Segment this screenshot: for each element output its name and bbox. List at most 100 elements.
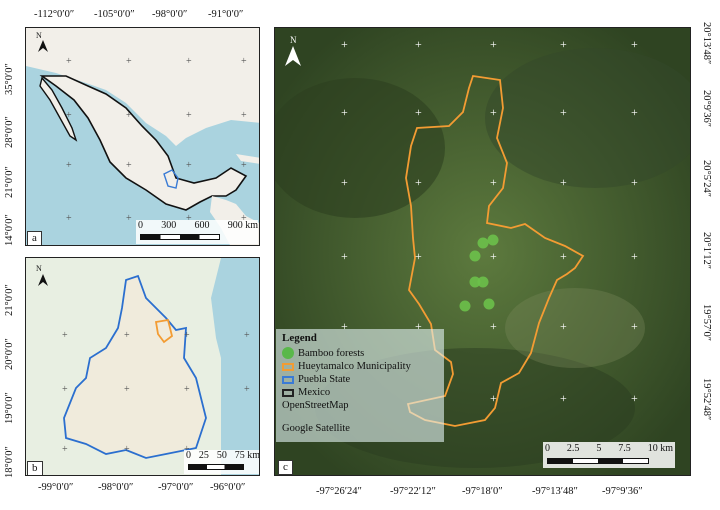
legend-title: Legend [282,332,317,344]
svg-text:+: + [341,105,348,119]
b-xtick-1: -98°0′0″ [98,482,134,493]
panel-b-puebla-map[interactable]: ++++ ++++ +++ N b 0 25 50 75 km [25,257,260,476]
svg-text:+: + [341,37,348,51]
scale-c-2: 5 [596,443,602,454]
legend-item-bamboo: Bamboo forests [282,347,364,359]
svg-text:+: + [560,319,567,333]
c-xtick-3: -97°13′48″ [532,486,578,497]
legend-label-mexico: Mexico [298,387,331,398]
b-xtick-3: -96°0′0″ [210,482,246,493]
svg-text:+: + [415,175,422,189]
svg-text:+: + [124,444,130,455]
mexico-map-svg: + + + + + + + + + + + + + + + + [26,28,259,245]
a-ytick-2: 21°0′0″ [4,166,15,198]
svg-text:+: + [490,391,497,405]
scale-a-0: 0 [138,220,143,231]
a-ytick-0: 35°0′0″ [4,63,15,95]
svg-text:+: + [186,110,192,121]
svg-text:+: + [241,160,247,171]
svg-text:+: + [341,249,348,263]
svg-text:+: + [631,175,638,189]
panel-b-label: b [27,461,43,475]
panel-a-mexico-map[interactable]: + + + + + + + + + + + + + + + + N a 0 300 600 900 km [25,27,260,246]
legend-box: Legend Bamboo forests Hueytamalco Munici… [276,329,444,442]
legend-basemap-osm: OpenStreetMap [282,400,349,411]
scale-b-1: 25 [198,450,209,461]
hueytamalco-swatch-icon [282,362,294,371]
svg-text:+: + [631,249,638,263]
scale-b-3: 75 km [234,450,260,461]
north-arrow-label-b: N [36,264,42,273]
svg-text:+: + [415,249,422,263]
svg-text:+: + [124,330,130,341]
svg-text:+: + [631,105,638,119]
north-arrow-label-c: N [290,35,297,45]
svg-text:+: + [126,213,132,224]
c-xtick-1: -97°22′12″ [390,486,436,497]
scale-b-0: 0 [186,450,191,461]
legend-label-bamboo: Bamboo forests [298,347,365,359]
scale-c-0: 0 [545,443,550,454]
svg-text:+: + [124,384,130,395]
svg-text:+: + [66,160,72,171]
svg-text:+: + [241,56,247,67]
legend-item-puebla: Puebla State [282,374,350,385]
svg-text:+: + [560,105,567,119]
svg-text:+: + [631,319,638,333]
b-ytick-1: 20°0′0″ [4,338,15,370]
scale-a-2: 600 [194,220,210,231]
scale-c-3: 7.5 [618,443,631,454]
b-xtick-2: -97°0′0″ [158,482,194,493]
puebla-swatch-icon [282,375,294,384]
c-xtick-0: -97°26′24″ [316,486,362,497]
a-xtick-2: -98°0′0″ [152,9,188,20]
puebla-outline [63,274,207,459]
scale-a-1: 300 [161,220,177,231]
svg-text:+: + [66,56,72,67]
svg-text:+: + [490,249,497,263]
svg-text:+: + [244,384,250,395]
svg-text:+: + [631,37,638,51]
svg-text:+: + [62,444,68,455]
svg-text:+: + [490,37,497,51]
svg-text:+: + [126,160,132,171]
legend-label-puebla: Puebla State [298,374,351,385]
svg-text:+: + [126,56,132,67]
panel-a-label: a [27,231,42,245]
c-xtick-2: -97°18′0″ [462,486,503,497]
c-ytick-0: 20°13′48″ [701,22,712,65]
svg-text:+: + [126,110,132,121]
svg-text:+: + [560,391,567,405]
north-arrow-label: N [36,31,42,40]
svg-text:+: + [62,384,68,395]
panel-c-scalebar: 0 2.5 5 7.5 10 km [543,442,675,468]
scale-c-1: 2.5 [566,443,580,454]
a-ytick-1: 28°0′0″ [4,116,15,148]
svg-text:+: + [186,56,192,67]
svg-text:+: + [490,175,497,189]
svg-text:+: + [66,110,72,121]
svg-text:+: + [415,37,422,51]
svg-text:+: + [415,105,422,119]
c-ytick-2: 20°5′24″ [701,160,712,198]
scale-c-4: 10 km [647,443,673,454]
mexico-swatch-icon [282,388,294,397]
svg-text:+: + [560,175,567,189]
bamboo-swatch-icon [282,347,294,359]
c-ytick-5: 19°52′48″ [701,378,712,421]
panel-b-scalebar: 0 25 50 75 km [184,450,260,474]
legend-item-hueytamalco: Hueytamalco Municipality [282,361,411,372]
svg-text:+: + [184,330,190,341]
north-arrow-icon [38,274,48,286]
svg-text:+: + [62,330,68,341]
b-ytick-3: 18°0′0″ [4,446,15,478]
cuba-land [236,154,259,164]
c-ytick-3: 20°1′12″ [701,232,712,270]
scale-b-2: 50 [216,450,227,461]
panel-c-label: c [278,460,293,475]
svg-text:+: + [241,110,247,121]
svg-text:+: + [66,213,72,224]
svg-text:+: + [186,160,192,171]
b-ytick-0: 21°0′0″ [4,284,15,316]
legend-label-hueytamalco: Hueytamalco Municipality [298,361,411,372]
